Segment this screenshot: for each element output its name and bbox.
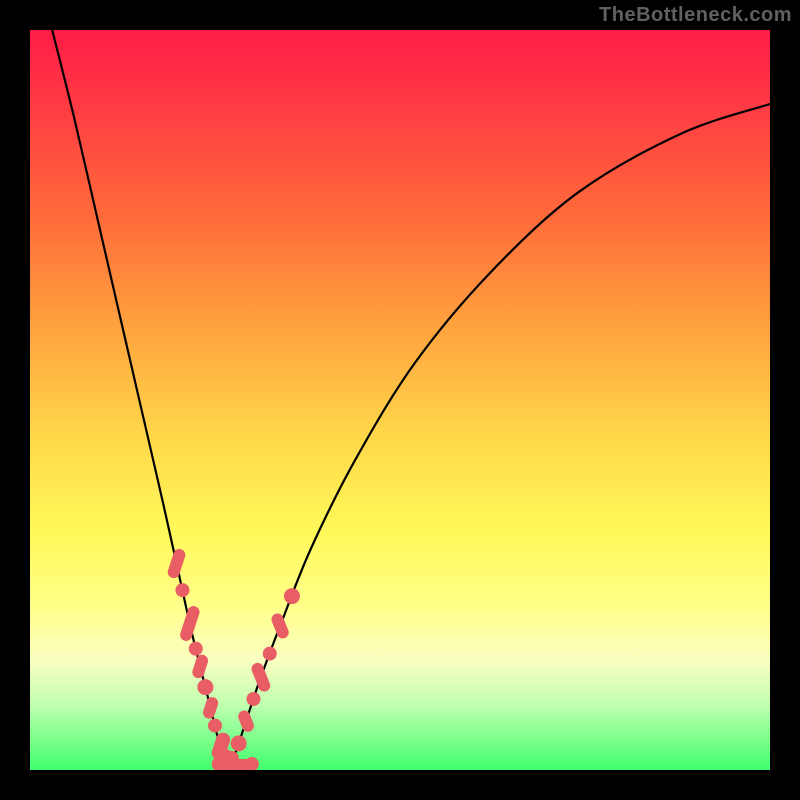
marker-dot bbox=[208, 719, 222, 733]
marker-pill bbox=[250, 661, 272, 693]
marker-pill bbox=[236, 709, 255, 734]
curve-group bbox=[52, 30, 770, 770]
marker-pill bbox=[179, 605, 202, 643]
marker-dot bbox=[246, 692, 260, 706]
chart-svg bbox=[30, 30, 770, 770]
marker-pill bbox=[166, 547, 187, 579]
marker-dot bbox=[263, 647, 277, 661]
marker-pill bbox=[270, 612, 291, 641]
marker-dot bbox=[189, 642, 203, 656]
marker-dot bbox=[231, 735, 247, 751]
marker-dot bbox=[197, 679, 213, 695]
marker-pill bbox=[191, 653, 210, 680]
marker-dot bbox=[175, 583, 189, 597]
marker-dot bbox=[245, 757, 259, 770]
marker-group bbox=[166, 547, 300, 770]
marker-dot bbox=[284, 588, 300, 604]
attribution-label: TheBottleneck.com bbox=[599, 4, 792, 27]
curve-right-branch bbox=[230, 104, 770, 770]
plot-area bbox=[30, 30, 770, 770]
marker-pill bbox=[201, 696, 219, 721]
chart-frame: TheBottleneck.com bbox=[0, 0, 800, 800]
marker-dot bbox=[225, 751, 239, 765]
